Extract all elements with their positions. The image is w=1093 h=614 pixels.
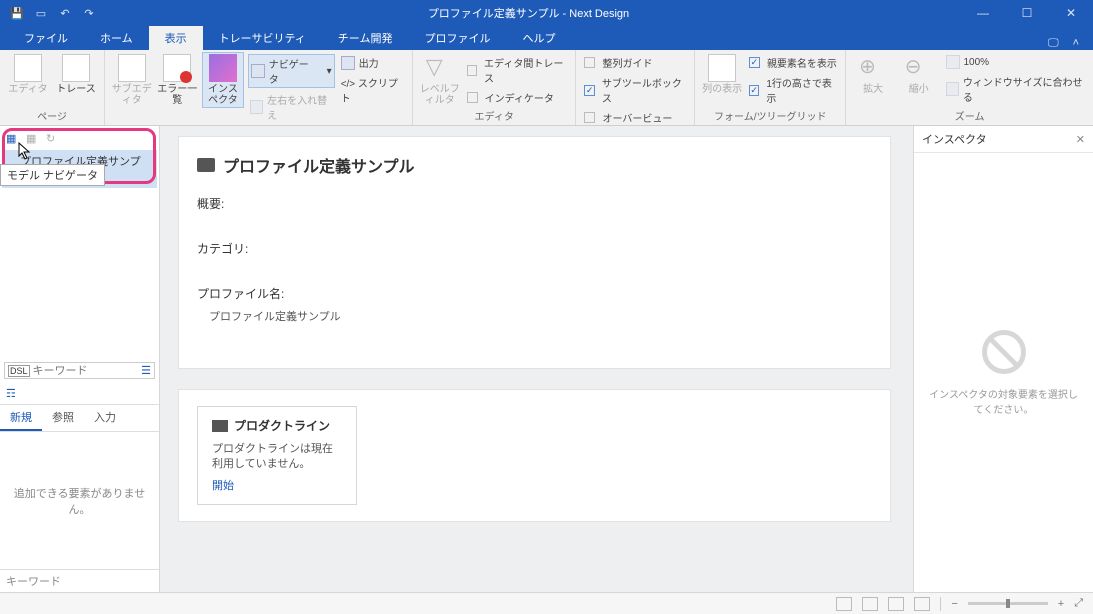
status-view-1[interactable] <box>836 597 852 611</box>
subeditor-button[interactable]: サブエディタ <box>111 52 153 106</box>
output-toggle[interactable]: 出力 <box>339 54 406 71</box>
zoomin-button[interactable]: ⊕拡大 <box>852 52 894 95</box>
collapse-ribbon-icon[interactable]: ˄ <box>1073 37 1079 50</box>
lefttab-new[interactable]: 新規 <box>0 405 42 431</box>
productline-msg: プロダクトラインは現在利用していません。 <box>212 442 342 473</box>
db-icon[interactable]: ☶ <box>6 388 16 400</box>
tab-team[interactable]: チーム開発 <box>322 26 409 50</box>
no-selection-icon <box>982 330 1026 374</box>
errorlist-button[interactable]: エラー一覧 <box>157 52 199 106</box>
alignguide-check[interactable]: 整列ガイド <box>582 54 688 71</box>
status-view-2[interactable] <box>862 597 878 611</box>
inspector-msg: インスペクタの対象要素を選択してください。 <box>926 386 1081 416</box>
productline-title: プロダクトライン <box>212 417 342 434</box>
minimize-button[interactable]: — <box>961 0 1005 26</box>
indicator-check[interactable]: インディケータ <box>465 89 570 106</box>
category-label: カテゴリ: <box>197 242 248 256</box>
swap-sides[interactable]: 左右を入れ替え <box>248 91 335 123</box>
profile-icon <box>197 158 215 172</box>
zoom-pct[interactable]: 100% <box>944 54 1088 70</box>
filter-icon[interactable]: ☰ <box>141 364 151 377</box>
keyword-footer[interactable]: キーワード <box>0 569 159 592</box>
inspector-button[interactable]: インスペクタ <box>202 52 244 108</box>
nav-tree-icon[interactable]: ▦ <box>6 132 20 146</box>
status-expand-icon[interactable]: ⤢ <box>1074 597 1083 610</box>
tab-view[interactable]: 表示 <box>149 26 203 50</box>
navigator-tooltip: モデル ナビゲータ <box>0 164 105 186</box>
group-zoom-label: ズーム <box>852 107 1087 125</box>
close-button[interactable]: ✕ <box>1049 0 1093 26</box>
status-minus[interactable]: − <box>951 598 957 610</box>
maximize-button[interactable]: ☐ <box>1005 0 1049 26</box>
script-toggle[interactable]: </> スクリプト <box>339 74 406 106</box>
status-view-3[interactable] <box>888 597 904 611</box>
profilename-label: プロファイル名: <box>197 287 284 301</box>
save-icon[interactable]: 💾 <box>10 7 24 20</box>
add-empty-msg: 追加できる要素がありません。 <box>0 432 159 569</box>
zoom-slider[interactable] <box>968 602 1048 605</box>
abc-icon: DSL <box>8 365 30 377</box>
fit-window[interactable]: ウィンドウサイズに合わせる <box>944 73 1088 105</box>
navigator-toggle[interactable]: ナビゲータ▾ <box>248 54 335 88</box>
monitor-icon[interactable]: 🖵 <box>1048 37 1059 50</box>
productline-start-link[interactable]: 開始 <box>212 480 234 492</box>
status-plus[interactable]: + <box>1058 598 1064 610</box>
editor-button[interactable]: エディタ <box>6 52 50 95</box>
subtools-check[interactable]: ✓サブツールボックス <box>582 74 688 106</box>
lefttab-ref[interactable]: 参照 <box>42 405 84 431</box>
trace-button[interactable]: トレース <box>54 52 98 95</box>
new-icon[interactable]: ▭ <box>34 7 48 20</box>
keyword-input[interactable] <box>33 365 139 377</box>
nav-refresh-icon[interactable]: ↻ <box>46 132 60 146</box>
tab-home[interactable]: ホーム <box>84 26 149 50</box>
overview-label: 概要: <box>197 197 224 211</box>
lefttab-in[interactable]: 入力 <box>84 405 126 431</box>
levelfilter-button[interactable]: ▽レベルフィルタ <box>419 52 461 106</box>
page-title: プロファイル定義サンプル <box>197 153 872 177</box>
intertrace-check[interactable]: エディタ間トレース <box>465 54 570 86</box>
group-form-label: フォーム/ツリーグリッド <box>701 107 839 125</box>
undo-icon[interactable]: ↶ <box>58 7 72 20</box>
overview-check[interactable]: オーバービュー <box>582 109 688 126</box>
zoomout-button[interactable]: ⊖縮小 <box>898 52 940 95</box>
window-title: プロファイル定義サンプル - Next Design <box>96 5 961 21</box>
profilename-value: プロファイル定義サンプル <box>197 308 872 324</box>
inspector-title: インスペクタ <box>922 131 987 147</box>
colshow-button[interactable]: 列の表示 <box>701 52 743 95</box>
parentname-check[interactable]: ✓親要素名を表示 <box>747 54 839 71</box>
tab-profile[interactable]: プロファイル <box>408 26 506 50</box>
tab-file[interactable]: ファイル <box>8 26 84 50</box>
tab-help[interactable]: ヘルプ <box>506 26 571 50</box>
factory-icon <box>212 420 228 432</box>
group-editor-label: エディタ <box>419 107 570 125</box>
group-page-label: ページ <box>6 107 98 125</box>
nav-icon-2[interactable]: ▦ <box>26 132 40 146</box>
tab-trace[interactable]: トレーサビリティ <box>203 26 322 50</box>
rowheight-check[interactable]: ✓1行の高さで表示 <box>747 74 839 106</box>
inspector-close-icon[interactable]: ✕ <box>1076 133 1085 146</box>
status-view-4[interactable] <box>914 597 930 611</box>
redo-icon[interactable]: ↷ <box>82 7 96 20</box>
